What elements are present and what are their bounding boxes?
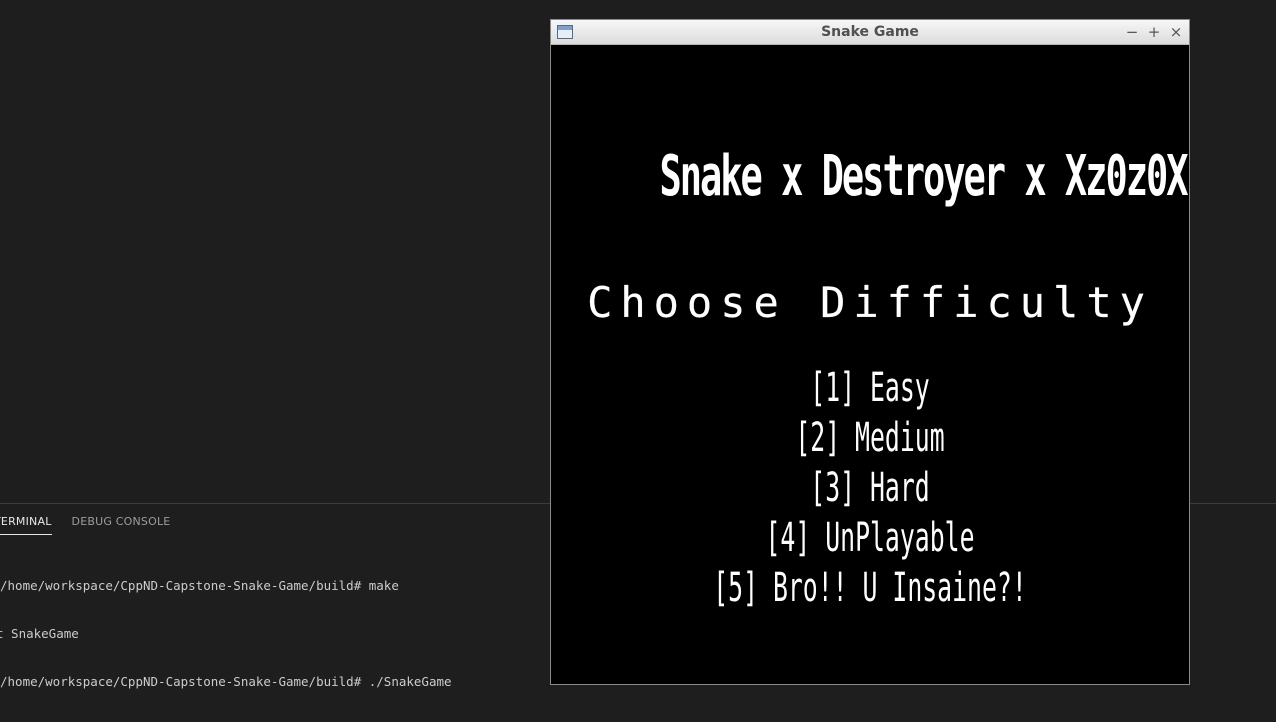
game-title: Snake x Destroyer x Xz0z0X [659, 144, 1188, 209]
difficulty-option-hard[interactable]: [3] Hard [672, 463, 1068, 513]
terminal-line: t SnakeGame [0, 626, 79, 641]
maximize-button[interactable]: + [1145, 23, 1163, 41]
difficulty-option-medium[interactable]: [2] Medium [672, 413, 1068, 463]
difficulty-options: [1] Easy [2] Medium [3] Hard [4] UnPlaya… [551, 363, 1189, 613]
terminal-line: /home/workspace/CppND-Capstone-Snake-Gam… [0, 674, 452, 689]
panel-tabs: TERMINAL DEBUG CONSOLE [0, 510, 190, 536]
tab-terminal[interactable]: TERMINAL [0, 510, 52, 535]
difficulty-option-easy[interactable]: [1] Easy [672, 363, 1068, 413]
game-canvas[interactable]: Snake x Destroyer x Xz0z0X Choose Diffic… [551, 45, 1189, 684]
difficulty-heading: Choose Difficulty [587, 278, 1153, 327]
window-title: Snake Game [821, 24, 919, 40]
terminal-output[interactable]: /home/workspace/CppND-Capstone-Snake-Gam… [0, 546, 452, 722]
minimize-button[interactable]: − [1123, 23, 1141, 41]
game-window[interactable]: Snake Game − + × Snake x Destroyer x Xz0… [550, 19, 1190, 685]
terminal-line: /home/workspace/CppND-Capstone-Snake-Gam… [0, 578, 399, 593]
difficulty-option-unplayable[interactable]: [4] UnPlayable [672, 513, 1068, 563]
desktop: TERMINAL DEBUG CONSOLE /home/workspace/C… [0, 0, 1276, 717]
tab-debug-console[interactable]: DEBUG CONSOLE [72, 510, 171, 534]
difficulty-option-insane[interactable]: [5] Bro!! U Insaine?! [672, 563, 1068, 613]
close-button[interactable]: × [1167, 23, 1185, 41]
window-titlebar[interactable]: Snake Game − + × [551, 20, 1189, 45]
